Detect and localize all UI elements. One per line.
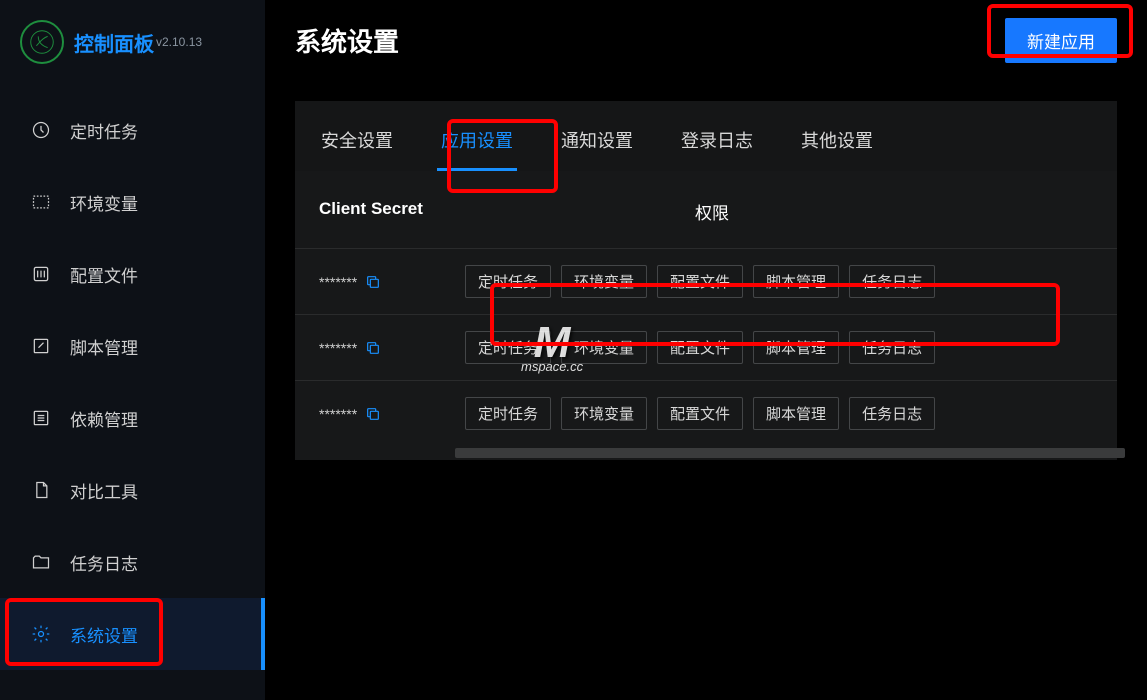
sidebar-item-config[interactable]: 配置文件 [0, 238, 265, 310]
sidebar-item-dependency[interactable]: 依赖管理 [0, 382, 265, 454]
new-app-button[interactable]: 新建应用 [1005, 18, 1117, 63]
table-row: ******* 定时任务 环境变量 配置文件 脚本管理 任务日志 [295, 248, 1117, 314]
clock-icon [30, 119, 52, 141]
sidebar: 控制面板 v2.10.13 定时任务 环境变量 配置文件 脚本管理 依赖管理 对… [0, 0, 265, 700]
copy-icon[interactable] [365, 274, 381, 290]
client-secret-cell: ******* [295, 340, 465, 356]
permission-tags: 定时任务 环境变量 配置文件 脚本管理 任务日志 [465, 265, 1117, 298]
sidebar-item-label: 系统设置 [70, 622, 138, 647]
permission-tags: 定时任务 环境变量 配置文件 脚本管理 任务日志 [465, 331, 1117, 364]
page-title: 系统设置 [295, 22, 399, 59]
sidebar-item-diff[interactable]: 对比工具 [0, 454, 265, 526]
tab-app[interactable]: 应用设置 [437, 117, 517, 171]
permission-tag: 任务日志 [849, 331, 935, 364]
permission-tag: 配置文件 [657, 331, 743, 364]
tab-notification[interactable]: 通知设置 [557, 117, 637, 171]
permission-tag: 环境变量 [561, 265, 647, 298]
copy-icon[interactable] [365, 340, 381, 356]
brand-title: 控制面板 [74, 28, 154, 57]
sidebar-item-script[interactable]: 脚本管理 [0, 310, 265, 382]
sidebar-item-label: 脚本管理 [70, 334, 138, 359]
brand-logo-icon [20, 20, 64, 64]
brand-version: v2.10.13 [156, 35, 202, 49]
permission-tag: 环境变量 [561, 397, 647, 430]
sidebar-item-label: 环境变量 [70, 190, 138, 215]
sidebar-item-label: 定时任务 [70, 118, 138, 143]
permission-tag: 任务日志 [849, 397, 935, 430]
sidebar-item-label: 配置文件 [70, 262, 138, 287]
permission-tags: 定时任务 环境变量 配置文件 脚本管理 任务日志 [465, 397, 1117, 430]
secret-masked: ******* [319, 274, 357, 290]
tab-security[interactable]: 安全设置 [317, 117, 397, 171]
nav: 定时任务 环境变量 配置文件 脚本管理 依赖管理 对比工具 任务日志 系统设置 [0, 94, 265, 700]
content: 安全设置 应用设置 通知设置 登录日志 其他设置 Client Secret 权… [265, 81, 1147, 700]
sidebar-item-label: 对比工具 [70, 478, 138, 503]
table-row: ******* 定时任务 环境变量 配置文件 脚本管理 任务日志 [295, 380, 1117, 446]
sidebar-item-settings[interactable]: 系统设置 [0, 598, 265, 670]
sidebar-item-logs[interactable]: 任务日志 [0, 526, 265, 598]
folder-icon [30, 551, 52, 573]
permission-tag: 配置文件 [657, 397, 743, 430]
table-row: ******* 定时任务 环境变量 配置文件 脚本管理 任务日志 [295, 314, 1117, 380]
secret-masked: ******* [319, 406, 357, 422]
horizontal-scrollbar[interactable] [295, 446, 1117, 460]
sidebar-item-label: 任务日志 [70, 550, 138, 575]
permission-tag: 任务日志 [849, 265, 935, 298]
scrollbar-thumb[interactable] [455, 448, 1125, 458]
permission-tag: 脚本管理 [753, 265, 839, 298]
client-secret-cell: ******* [295, 274, 465, 290]
copy-icon[interactable] [365, 406, 381, 422]
main: 系统设置 新建应用 安全设置 应用设置 通知设置 登录日志 其他设置 Clien… [265, 0, 1147, 700]
brand: 控制面板 v2.10.13 [0, 0, 265, 94]
tabs: 安全设置 应用设置 通知设置 登录日志 其他设置 [295, 101, 1117, 171]
permission-tag: 脚本管理 [753, 397, 839, 430]
file-icon [30, 479, 52, 501]
header: 系统设置 新建应用 [265, 0, 1147, 81]
permission-tag: 脚本管理 [753, 331, 839, 364]
list-icon [30, 407, 52, 429]
gear-icon [30, 623, 52, 645]
client-secret-cell: ******* [295, 406, 465, 422]
permission-tag: 定时任务 [465, 265, 551, 298]
app-table: Client Secret 权限 ******* 定时任务 环境变量 配置文件 … [295, 171, 1117, 460]
permission-tag: 环境变量 [561, 331, 647, 364]
secret-masked: ******* [319, 340, 357, 356]
edit-icon [30, 335, 52, 357]
column-header-permissions: 权限 [695, 199, 1117, 224]
permission-tag: 定时任务 [465, 331, 551, 364]
permission-tag: 定时任务 [465, 397, 551, 430]
sidebar-item-env[interactable]: 环境变量 [0, 166, 265, 238]
variable-icon [30, 191, 52, 213]
permission-tag: 配置文件 [657, 265, 743, 298]
sidebar-item-label: 依赖管理 [70, 406, 138, 431]
table-header: Client Secret 权限 [295, 171, 1117, 248]
tab-other[interactable]: 其他设置 [797, 117, 877, 171]
sliders-icon [30, 263, 52, 285]
tab-loginlog[interactable]: 登录日志 [677, 117, 757, 171]
sidebar-item-cron[interactable]: 定时任务 [0, 94, 265, 166]
column-header-secret: Client Secret [295, 199, 695, 224]
